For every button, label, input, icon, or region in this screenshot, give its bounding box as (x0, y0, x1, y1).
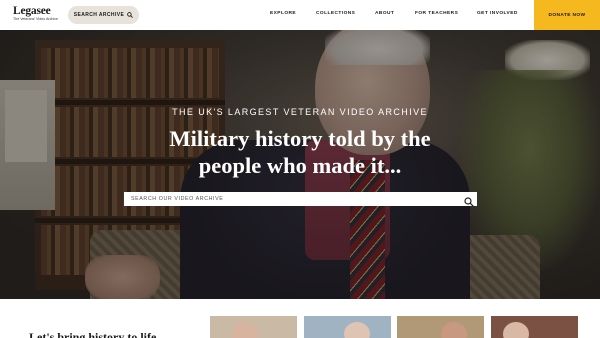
video-thumbnail[interactable] (491, 316, 578, 338)
nav-for-teachers[interactable]: FOR TEACHERS (415, 11, 458, 16)
veteran-portrait (441, 322, 467, 338)
veteran-portrait (232, 322, 258, 338)
intro-heading: Let's bring history to life (29, 330, 157, 338)
hero-eyebrow: THE UK'S LARGEST VETERAN VIDEO ARCHIVE (172, 107, 428, 117)
video-thumbnail[interactable] (210, 316, 297, 338)
video-thumbnail[interactable] (304, 316, 391, 338)
video-archive-search (124, 192, 477, 207)
donate-now-button[interactable]: DONATE NOW (534, 0, 600, 30)
donate-now-label: DONATE NOW (548, 12, 586, 18)
search-icon[interactable] (464, 194, 474, 212)
hero-title-line-2: people who made it... (198, 153, 402, 178)
hero-banner: THE UK'S LARGEST VETERAN VIDEO ARCHIVE M… (0, 30, 600, 299)
veteran-portrait (503, 322, 529, 338)
search-icon (127, 12, 134, 18)
veteran-portrait (344, 322, 370, 338)
video-thumbnail[interactable] (397, 316, 484, 338)
nav-explore[interactable]: EXPLORE (270, 11, 296, 16)
legasee-logo[interactable]: Legasee The Veterans' Video Archive (13, 5, 59, 27)
site-header: Legasee The Veterans' Video Archive SEAR… (0, 0, 600, 30)
search-archive-label: SEARCH ARCHIVE (73, 12, 125, 18)
hero-title: Military history told by the people who … (0, 125, 600, 179)
logo-tagline: The Veterans' Video Archive (13, 17, 58, 21)
logo-wordmark: Legasee (13, 5, 51, 17)
nav-get-involved[interactable]: GET INVOLVED (477, 11, 518, 16)
hero-title-line-1: Military history told by the (169, 126, 431, 151)
search-input[interactable] (131, 196, 451, 202)
search-archive-button[interactable]: SEARCH ARCHIVE (68, 6, 139, 24)
nav-collections[interactable]: COLLECTIONS (316, 11, 355, 16)
nav-about[interactable]: ABOUT (375, 11, 394, 16)
